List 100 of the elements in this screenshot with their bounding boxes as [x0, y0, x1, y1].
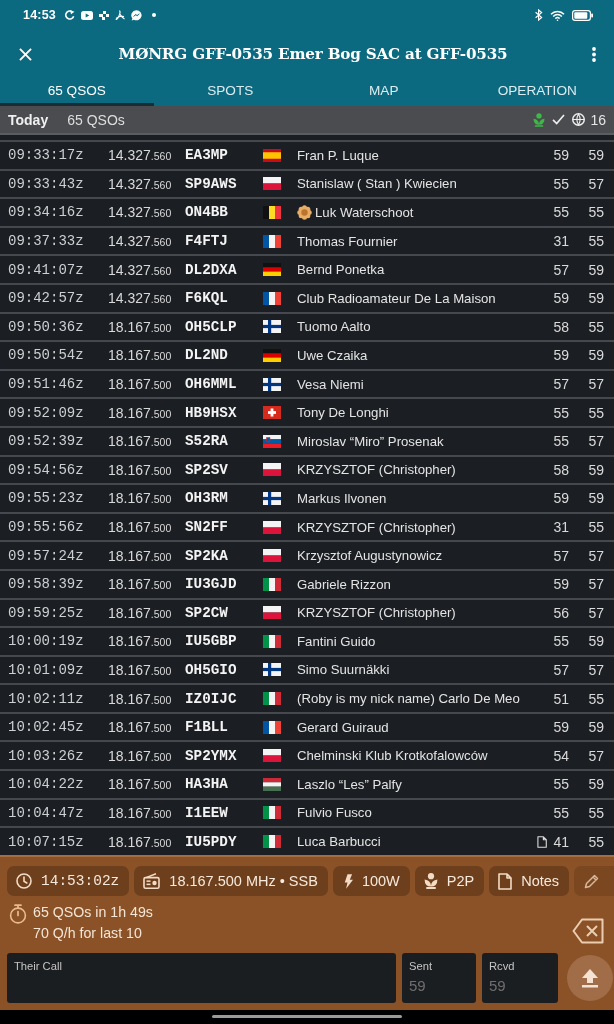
callsign: OH5GIO: [185, 662, 238, 678]
qso-row[interactable]: 09:57:24z 18.167.500 SP2KA Krzysztof Augustynowicz 57 57: [0, 540, 614, 569]
notes-chip[interactable]: Notes: [489, 866, 570, 896]
qso-row[interactable]: 09:50:36z 18.167.500 OH5CLP Tuomo Aalto 58 55: [0, 311, 614, 341]
qso-time: 09:52:39z: [8, 433, 85, 450]
report-received: 59: [587, 633, 604, 650]
flag-icon: [263, 206, 281, 219]
qso-row[interactable]: 09:55:23z 18.167.500 OH3RM Markus Ilvonen 59 59: [0, 483, 614, 512]
qso-time: 09:58:39z: [8, 576, 85, 593]
more-icon: [592, 46, 596, 62]
received-report-field[interactable]: Rcvd 59: [482, 953, 558, 1003]
stats-text: 70 Q/h for last 10: [33, 924, 143, 943]
operator-name: Gabriele Rizzon: [297, 576, 391, 592]
stats-text: 65 QSOs in 1h 49s: [33, 903, 153, 922]
qso-time: 09:41:07z: [8, 261, 85, 278]
report-received: 55: [587, 204, 604, 221]
operator-name: Chelminski Klub Krotkofalowców: [297, 748, 488, 764]
qso-time: 09:51:46z: [8, 376, 85, 393]
callsign: HA3HA: [185, 776, 229, 793]
flag-icon: [263, 720, 281, 734]
qso-row[interactable]: 09:54:56z 18.167.500 SP2SV KRZYSZTOF (Christopher) 58 59: [0, 454, 614, 484]
report-received: 59: [587, 490, 604, 507]
qso-frequency: 14.327.560: [108, 204, 173, 221]
callsign: F4FTJ: [185, 233, 229, 250]
report-received: 57: [587, 576, 604, 593]
qso-row[interactable]: 09:58:39z 18.167.500 IU3GJD Gabriele Rizzon 59 57: [0, 568, 614, 598]
qso-row[interactable]: 10:00:19z 18.167.500 IU5GBP Fantini Guido 55 59: [0, 626, 614, 655]
qso-row[interactable]: 09:55:56z 18.167.500 SN2FF KRZYSZTOF (Christopher) 31 55: [0, 511, 614, 541]
callsign: IU5PDY: [185, 833, 238, 850]
qso-row[interactable]: 10:03:26z 18.167.500 SP2YMX Chelminski Klub Krotkofalowców 54 57: [0, 740, 614, 770]
qso-frequency: 18.167.500: [108, 404, 173, 421]
qso-row[interactable]: 09:50:54z 18.167.500 DL2ND Uwe Czaika 59 59: [0, 340, 614, 369]
operator-name: Vesa Niemi: [297, 376, 364, 392]
qso-row[interactable]: 09:37:33z 14.327.560 F4FTJ Thomas Fournier 31 55: [0, 225, 614, 255]
flag-icon: [263, 406, 281, 420]
flag-icon: [263, 577, 281, 591]
sent-report-field[interactable]: Sent 59: [402, 953, 476, 1003]
report-sent: 54: [552, 747, 569, 764]
report-received: 57: [587, 175, 604, 192]
qso-row[interactable]: 09:52:39z 18.167.500 S52RA Miroslav “Miro” Prosenak 55 57: [0, 425, 614, 455]
qso-frequency: 18.167.500: [108, 719, 173, 736]
qso-frequency: 18.167.500: [108, 461, 173, 478]
flag-icon: [263, 320, 281, 334]
frequency-chip[interactable]: 18.167.500 MHz • SSB: [134, 866, 328, 896]
qso-frequency: 18.167.500: [108, 347, 173, 364]
edit-chip[interactable]: [574, 866, 614, 896]
qso-row[interactable]: 09:51:46z 18.167.500 OH6MML Vesa Niemi 57 57: [0, 368, 614, 398]
qso-row[interactable]: 10:02:45z 18.167.500 F1BLL Gerard Guiraud 59 59: [0, 711, 614, 741]
qso-row[interactable]: 09:33:17z 14.327.560 EA3MP Fran P. Luque 59 59: [0, 140, 614, 169]
tab[interactable]: MAP: [307, 78, 461, 106]
globe-icon: [572, 113, 586, 126]
operator-name: Stanislaw ( Stan ) Kwiecien: [297, 176, 457, 192]
qso-frequency: 18.167.500: [108, 318, 173, 335]
operator-name: Krzysztof Augustynowicz: [297, 548, 443, 564]
clock-time: 14:53: [23, 8, 56, 22]
qso-row[interactable]: 10:04:22z 18.167.500 HA3HA Laszlo “Les” Palfy 55 59: [0, 769, 614, 798]
qso-time: 09:37:33z: [8, 233, 85, 250]
flag-icon: [263, 234, 281, 248]
radio-icon: [143, 873, 161, 889]
qso-row[interactable]: 10:04:47z 18.167.500 I1EEW Fulvio Fusco 55 55: [0, 797, 614, 827]
qso-frequency: 18.167.500: [108, 433, 173, 450]
flag-icon: [263, 148, 281, 162]
callsign: DL2ND: [185, 347, 229, 364]
flag-icon: [263, 177, 281, 191]
report-sent: 55: [552, 204, 569, 221]
callsign: DL2DXA: [185, 261, 238, 278]
flag-icon: [263, 692, 281, 706]
power-chip[interactable]: 100W: [332, 866, 410, 896]
report-received: 59: [587, 261, 604, 278]
callsign-field[interactable]: Their Call: [7, 953, 396, 1003]
qso-frequency: 14.327.560: [108, 290, 173, 307]
backspace-button[interactable]: [572, 918, 604, 944]
qso-row[interactable]: 09:52:09z 18.167.500 HB9HSX Tony De Longhi 55 55: [0, 397, 614, 426]
qso-time: 09:50:54z: [8, 347, 85, 364]
qso-row[interactable]: 09:33:43z 14.327.560 SP9AWS Stanislaw ( Stan ) Kwiecien 55 57: [0, 168, 614, 198]
qso-row[interactable]: 09:59:25z 18.167.500 SP2CW KRZYSZTOF (Christopher) 56 57: [0, 597, 614, 627]
submit-button[interactable]: [567, 955, 613, 1001]
qso-row[interactable]: 09:42:57z 14.327.560 F6KQL Club Radioamateur De La Maison 59 59: [0, 282, 614, 312]
qso-row[interactable]: 09:41:07z 14.327.560 DL2DXA Bernd Ponetka 57 59: [0, 254, 614, 283]
qso-frequency: 18.167.500: [108, 662, 173, 678]
tab[interactable]: SPOTS: [153, 78, 307, 106]
report-sent: 59: [552, 347, 569, 364]
report-received: 57: [587, 376, 604, 393]
qso-row[interactable]: 10:02:11z 18.167.500 IZ0IJC (Roby is my nick name) Carlo De Meo 51 55: [0, 683, 614, 712]
report-received: 59: [587, 461, 604, 478]
p2p-chip[interactable]: P2P: [414, 866, 485, 896]
tab[interactable]: OPERATION: [460, 78, 614, 106]
qso-frequency: 18.167.500: [108, 833, 173, 850]
report-received: 59: [587, 147, 604, 164]
operator-name: Fantini Guido: [297, 633, 376, 649]
qso-row[interactable]: 10:01:09z 18.167.500 OH5GIO Simo Suurnäkki 57 57: [0, 654, 614, 684]
qso-frequency: 18.167.500: [108, 633, 173, 650]
qso-count: 65 QSOs: [67, 111, 125, 128]
report-received: 55: [587, 318, 604, 335]
qso-row[interactable]: 09:34:16z 14.327.560 ON4BB Luk Waterschoot 55 55: [0, 197, 614, 226]
clock-chip[interactable]: 14:53:02z: [7, 866, 130, 896]
flag-icon: [263, 463, 281, 477]
report-sent: 55: [552, 433, 569, 450]
report-received: 55: [587, 804, 604, 821]
operator-name: KRZYSZTOF (Christopher): [297, 519, 456, 535]
